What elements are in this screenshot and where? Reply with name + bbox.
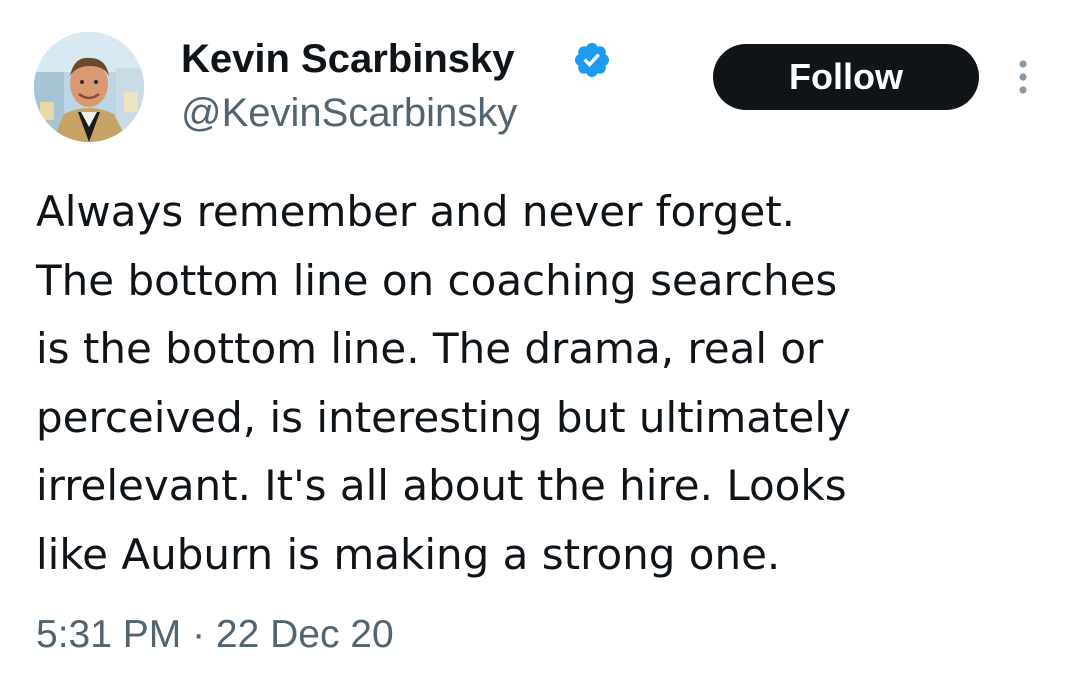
tweet-text-line: irrelevant. It's all about the hire. Loo… — [36, 461, 847, 510]
tweet-text-line: The bottom line on coaching searches — [36, 255, 838, 305]
tweet-text: Always remember and never forget. The bo… — [36, 178, 1046, 589]
author-avatar[interactable] — [34, 32, 144, 142]
tweet-card: Kevin Scarbinsky @KevinScarbinsky Follow… — [0, 0, 1079, 690]
more-options-icon[interactable] — [1012, 58, 1034, 98]
tweet-text-line: like Auburn is making a strong one. — [36, 529, 781, 579]
tweet-text-line: is the bottom line. The drama, real or — [36, 324, 824, 373]
tweet-text-line: perceived, is interesting but ultimately — [36, 392, 851, 442]
tweet-timestamp[interactable]: 5:31 PM · 22 Dec 20 — [36, 610, 394, 660]
verified-badge-icon — [574, 42, 610, 78]
author-display-name[interactable]: Kevin Scarbinsky — [181, 34, 515, 84]
tweet-text-line: Always remember and never forget. — [36, 187, 796, 236]
follow-button[interactable]: Follow — [713, 44, 979, 110]
avatar-photo-icon — [34, 32, 144, 142]
author-handle[interactable]: @KevinScarbinsky — [181, 88, 517, 138]
